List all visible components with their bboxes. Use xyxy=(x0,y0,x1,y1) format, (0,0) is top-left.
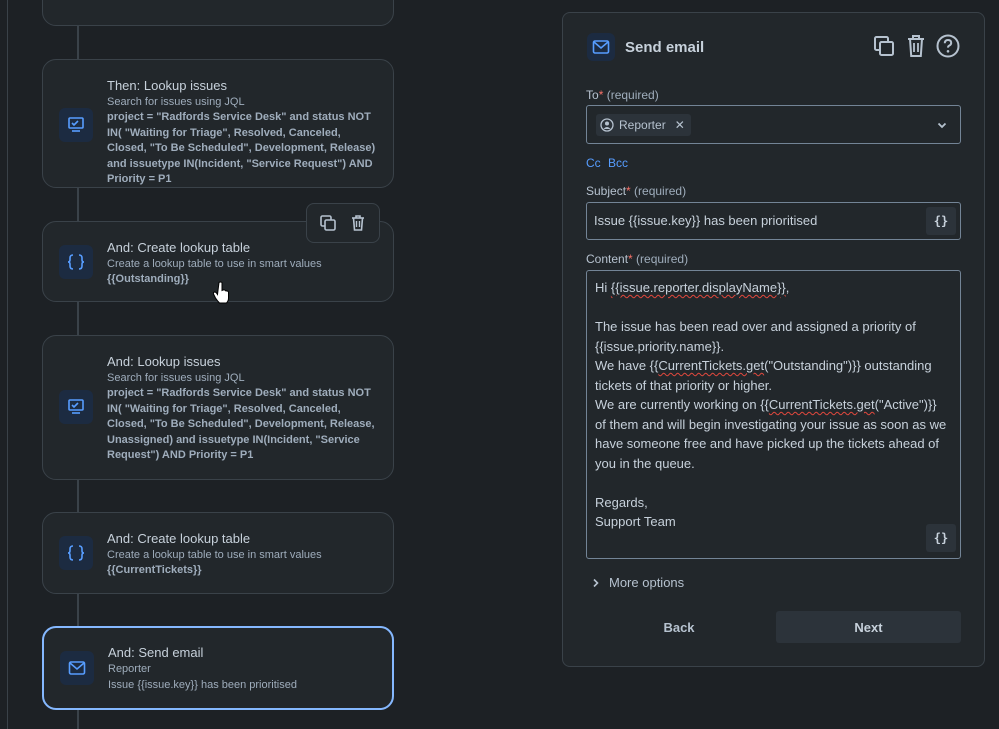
to-label: To* (required) xyxy=(586,88,659,102)
remove-recipient-icon[interactable]: ✕ xyxy=(675,118,685,132)
required-star: * xyxy=(626,184,631,198)
content-textarea[interactable]: Hi {{issue.reporter.displayName}}, The i… xyxy=(586,270,961,559)
card-title: And: Lookup issues xyxy=(107,354,221,369)
flow-card-create-lookup-table[interactable]: And: Create lookup table Create a lookup… xyxy=(42,512,394,594)
panel-title: Send email xyxy=(625,39,705,56)
send-email-panel: Send email To* (required) Reporter ✕ Cc … xyxy=(562,12,985,667)
back-button[interactable]: Back xyxy=(599,611,759,643)
bcc-link[interactable]: Bcc xyxy=(608,156,628,170)
next-button[interactable]: Next xyxy=(776,611,961,643)
issues-search-icon xyxy=(59,390,93,424)
flow-connector xyxy=(77,709,79,729)
flow-connector xyxy=(77,188,79,221)
flow-connector xyxy=(77,302,79,336)
curly-braces-icon xyxy=(59,245,93,279)
chevron-right-icon xyxy=(593,578,599,587)
card-title: And: Create lookup table xyxy=(107,531,251,546)
content-text: Regards, xyxy=(595,494,648,510)
trash-icon[interactable] xyxy=(349,214,367,232)
content-text: We have {{ xyxy=(595,358,659,373)
copy-icon[interactable] xyxy=(319,214,337,232)
content-value: Hi {{issue.reporter.displayName}}, The i… xyxy=(595,278,950,532)
cc-link[interactable]: Cc xyxy=(586,156,601,170)
card-detail: project = "Radfords Service Desk" and st… xyxy=(107,387,375,461)
flow-card-send-email[interactable]: And: Send email Reporter Issue {{issue.k… xyxy=(42,626,394,710)
flow-connector xyxy=(77,24,79,60)
content-text: Hi xyxy=(595,280,611,295)
subject-input[interactable]: Issue {{issue.key}} has been prioritised… xyxy=(586,202,961,240)
content-text: {{issue.reporter.displayName}} xyxy=(610,280,786,295)
flow-connector xyxy=(77,594,79,627)
more-options-toggle[interactable]: More options xyxy=(591,575,684,590)
required-star: * xyxy=(598,88,604,102)
flow-connector xyxy=(77,479,79,513)
mail-icon xyxy=(60,651,94,685)
card-subtitle: Search for issues using JQL xyxy=(107,96,245,108)
duplicate-icon[interactable] xyxy=(872,33,896,59)
user-avatar-icon xyxy=(600,118,614,132)
smart-value-button[interactable]: {} xyxy=(926,524,956,552)
panel-header-actions xyxy=(872,33,960,59)
recipient-chip: Reporter ✕ xyxy=(596,114,691,136)
subject-label-text: Subject xyxy=(586,184,627,198)
content-text: , xyxy=(785,280,790,295)
card-detail: Issue {{issue.key}} has been prioritised xyxy=(108,679,297,691)
required-text: (required) xyxy=(636,252,689,266)
trash-icon[interactable] xyxy=(904,33,928,59)
subject-label: Subject* (required) xyxy=(586,184,686,198)
curly-braces-icon xyxy=(59,536,93,570)
content-text: The issue has been read over and assigne… xyxy=(595,319,920,354)
issues-search-icon xyxy=(59,108,93,142)
required-text: (required) xyxy=(634,184,687,198)
card-detail: {{Outstanding}} xyxy=(107,273,189,285)
card-action-toolbar xyxy=(306,203,380,243)
more-options-label: More options xyxy=(609,575,685,590)
content-text: We are currently working on {{ xyxy=(595,397,769,412)
card-detail: {{CurrentTickets}} xyxy=(107,564,202,576)
help-icon[interactable] xyxy=(936,33,960,59)
card-subtitle: Create a lookup table to use in smart va… xyxy=(107,549,322,561)
card-title: And: Create lookup table xyxy=(107,240,251,255)
mail-icon xyxy=(587,33,615,61)
flow-card-lookup-issues[interactable]: Then: Lookup issues Search for issues us… xyxy=(42,59,394,188)
left-rail xyxy=(7,0,8,729)
hand-cursor-icon xyxy=(212,281,231,310)
content-label: Content* (required) xyxy=(586,252,688,266)
to-field[interactable]: Reporter ✕ xyxy=(586,105,961,144)
card-subtitle: Create a lookup table to use in smart va… xyxy=(107,258,322,270)
card-subtitle: Search for issues using JQL xyxy=(107,372,245,384)
chevron-down-icon[interactable] xyxy=(936,118,948,136)
content-text: CurrentTickets.get xyxy=(658,358,765,373)
subject-value: Issue {{issue.key}} has been prioritised xyxy=(594,213,818,228)
required-star: * xyxy=(628,252,633,266)
content-text: Support Team xyxy=(595,514,676,529)
to-label-text: To xyxy=(586,88,599,102)
smart-value-button[interactable]: {} xyxy=(926,207,956,235)
content-label-text: Content xyxy=(586,252,629,266)
card-title: Then: Lookup issues xyxy=(107,78,227,93)
content-text: CurrentTickets.get xyxy=(768,397,875,412)
flow-card-lookup-issues[interactable]: And: Lookup issues Search for issues usi… xyxy=(42,335,394,480)
recipient-chip-label: Reporter xyxy=(619,118,666,132)
card-detail: project = "Radfords Service Desk" and st… xyxy=(107,111,376,185)
required-text: (required) xyxy=(606,88,659,102)
flow-card-partial[interactable] xyxy=(42,0,394,26)
card-title: And: Send email xyxy=(108,645,204,660)
card-subtitle: Reporter xyxy=(108,663,151,675)
